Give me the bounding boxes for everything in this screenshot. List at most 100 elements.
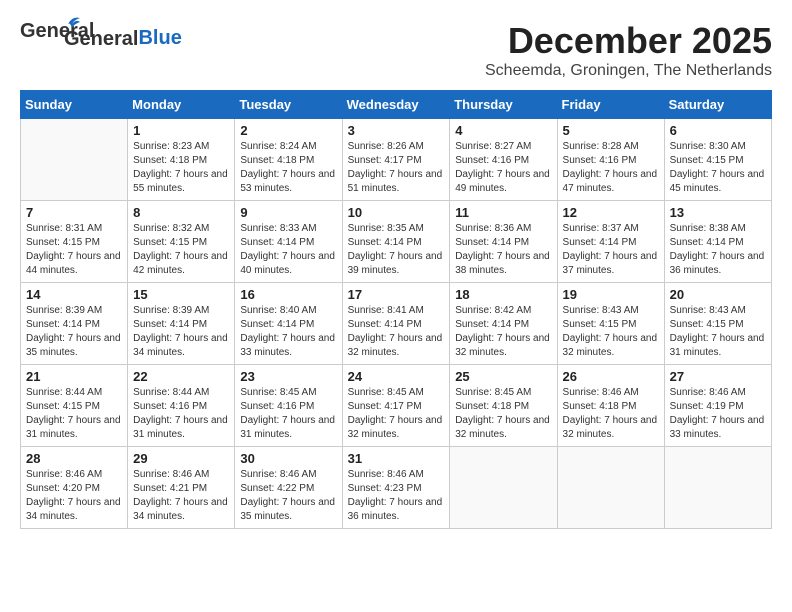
sunrise-text: Sunrise: 8:38 AM [670, 222, 766, 236]
day-info: Sunrise: 8:39 AMSunset: 4:14 PMDaylight:… [133, 304, 229, 360]
sunrise-text: Sunrise: 8:26 AM [348, 140, 445, 154]
sunrise-text: Sunrise: 8:40 AM [240, 304, 336, 318]
header-friday: Friday [557, 91, 664, 119]
day-info: Sunrise: 8:45 AMSunset: 4:18 PMDaylight:… [455, 386, 551, 442]
day-info: Sunrise: 8:30 AMSunset: 4:15 PMDaylight:… [670, 140, 766, 196]
day-info: Sunrise: 8:39 AMSunset: 4:14 PMDaylight:… [26, 304, 122, 360]
table-row: 1 Sunrise: 8:23 AMSunset: 4:18 PMDaylight… [128, 119, 235, 201]
sunset-text: Sunset: 4:14 PM [133, 318, 229, 332]
month-title: December 2025 [485, 20, 772, 62]
sunset-text: Sunset: 4:14 PM [455, 236, 551, 250]
day-info: Sunrise: 8:44 AMSunset: 4:16 PMDaylight:… [133, 386, 229, 442]
day-info: Sunrise: 8:46 AMSunset: 4:23 PMDaylight:… [348, 468, 445, 524]
day-info: Sunrise: 8:45 AMSunset: 4:16 PMDaylight:… [240, 386, 336, 442]
logo-bird-icon [54, 14, 82, 34]
table-row [450, 447, 557, 529]
day-number: 1 [133, 123, 229, 138]
table-row: 12Sunrise: 8:37 AMSunset: 4:14 PMDayligh… [557, 201, 664, 283]
day-info: Sunrise: 8:40 AMSunset: 4:14 PMDaylight:… [240, 304, 336, 360]
daylight-text: Daylight: 7 hours and 32 minutes. [563, 332, 659, 360]
table-row [664, 447, 771, 529]
day-number: 12 [563, 205, 659, 220]
day-number: 23 [240, 369, 336, 384]
daylight-text: Daylight: 7 hours and 32 minutes. [348, 414, 445, 442]
daylight-text: Daylight: 7 hours and 34 minutes. [26, 496, 122, 524]
sunrise-text: Sunrise: 8:46 AM [133, 468, 229, 482]
calendar-week-row: 28Sunrise: 8:46 AMSunset: 4:20 PMDayligh… [21, 447, 772, 529]
sunrise-text: Sunrise: 8:45 AM [455, 386, 551, 400]
day-info: Sunrise: 8:23 AMSunset: 4:18 PMDaylight:… [133, 140, 229, 196]
header-monday: Monday [128, 91, 235, 119]
calendar-header-row: Sunday Monday Tuesday Wednesday Thursday… [21, 91, 772, 119]
sunrise-text: Sunrise: 8:46 AM [240, 468, 336, 482]
sunrise-text: Sunrise: 8:45 AM [348, 386, 445, 400]
sunrise-text: Sunrise: 8:28 AM [563, 140, 659, 154]
day-number: 10 [348, 205, 445, 220]
day-number: 21 [26, 369, 122, 384]
table-row: 2Sunrise: 8:24 AMSunset: 4:18 PMDaylight… [235, 119, 342, 201]
daylight-text: Daylight: 7 hours and 49 minutes. [455, 168, 551, 196]
table-row: 13Sunrise: 8:38 AMSunset: 4:14 PMDayligh… [664, 201, 771, 283]
daylight-text: Daylight: 7 hours and 37 minutes. [563, 250, 659, 278]
daylight-text: Daylight: 7 hours and 45 minutes. [670, 168, 766, 196]
day-info: Sunrise: 8:38 AMSunset: 4:14 PMDaylight:… [670, 222, 766, 278]
sunset-text: Sunset: 4:14 PM [26, 318, 122, 332]
sunset-text: Sunset: 4:14 PM [348, 236, 445, 250]
day-info: Sunrise: 8:46 AMSunset: 4:21 PMDaylight:… [133, 468, 229, 524]
logo: General General Blue [20, 20, 182, 56]
table-row: 27Sunrise: 8:46 AMSunset: 4:19 PMDayligh… [664, 365, 771, 447]
sunset-text: Sunset: 4:15 PM [563, 318, 659, 332]
day-number: 17 [348, 287, 445, 302]
sunrise-text: Sunrise: 8:33 AM [240, 222, 336, 236]
table-row: 7Sunrise: 8:31 AMSunset: 4:15 PMDaylight… [21, 201, 128, 283]
daylight-text: Daylight: 7 hours and 47 minutes. [563, 168, 659, 196]
daylight-text: Daylight: 7 hours and 33 minutes. [240, 332, 336, 360]
day-info: Sunrise: 8:44 AMSunset: 4:15 PMDaylight:… [26, 386, 122, 442]
calendar-week-row: 1 Sunrise: 8:23 AMSunset: 4:18 PMDaylight… [21, 119, 772, 201]
table-row: 4Sunrise: 8:27 AMSunset: 4:16 PMDaylight… [450, 119, 557, 201]
header-saturday: Saturday [664, 91, 771, 119]
sunset-text: Sunset: 4:15 PM [670, 154, 766, 168]
sunset-text: Sunset: 4:17 PM [348, 400, 445, 414]
table-row [21, 119, 128, 201]
sunrise-text: Sunrise: 8:39 AM [26, 304, 122, 318]
day-number: 15 [133, 287, 229, 302]
sunrise-text: Sunrise: 8:43 AM [563, 304, 659, 318]
table-row: 18Sunrise: 8:42 AMSunset: 4:14 PMDayligh… [450, 283, 557, 365]
day-number: 31 [348, 451, 445, 466]
day-info: Sunrise: 8:33 AMSunset: 4:14 PMDaylight:… [240, 222, 336, 278]
daylight-text: Daylight: 7 hours and 36 minutes. [670, 250, 766, 278]
daylight-text: Daylight: 7 hours and 53 minutes. [240, 168, 336, 196]
sunrise-text: Sunrise: 8:31 AM [26, 222, 122, 236]
day-number: 14 [26, 287, 122, 302]
day-number: 3 [348, 123, 445, 138]
table-row: 29Sunrise: 8:46 AMSunset: 4:21 PMDayligh… [128, 447, 235, 529]
day-info: Sunrise: 8:45 AMSunset: 4:17 PMDaylight:… [348, 386, 445, 442]
table-row: 6Sunrise: 8:30 AMSunset: 4:15 PMDaylight… [664, 119, 771, 201]
header-thursday: Thursday [450, 91, 557, 119]
table-row: 5Sunrise: 8:28 AMSunset: 4:16 PMDaylight… [557, 119, 664, 201]
sunset-text: Sunset: 4:15 PM [26, 236, 122, 250]
day-number: 30 [240, 451, 336, 466]
table-row: 14 Sunrise: 8:39 AMSunset: 4:14 PMDayligh… [21, 283, 128, 365]
day-number: 8 [133, 205, 229, 220]
day-number: 7 [26, 205, 122, 220]
location-title: Scheemda, Groningen, The Netherlands [485, 62, 772, 80]
day-info: Sunrise: 8:43 AMSunset: 4:15 PMDaylight:… [563, 304, 659, 360]
sunset-text: Sunset: 4:16 PM [133, 400, 229, 414]
day-info: Sunrise: 8:42 AMSunset: 4:14 PMDaylight:… [455, 304, 551, 360]
table-row: 11Sunrise: 8:36 AMSunset: 4:14 PMDayligh… [450, 201, 557, 283]
sunset-text: Sunset: 4:15 PM [26, 400, 122, 414]
sunset-text: Sunset: 4:18 PM [133, 154, 229, 168]
header-sunday: Sunday [21, 91, 128, 119]
table-row: 21 Sunrise: 8:44 AMSunset: 4:15 PMDayligh… [21, 365, 128, 447]
table-row: 10Sunrise: 8:35 AMSunset: 4:14 PMDayligh… [342, 201, 450, 283]
daylight-text: Daylight: 7 hours and 33 minutes. [670, 414, 766, 442]
daylight-text: Daylight: 7 hours and 39 minutes. [348, 250, 445, 278]
table-row: 31 Sunrise: 8:46 AMSunset: 4:23 PMDayligh… [342, 447, 450, 529]
daylight-text: Daylight: 7 hours and 35 minutes. [240, 496, 336, 524]
header-tuesday: Tuesday [235, 91, 342, 119]
calendar-week-row: 21 Sunrise: 8:44 AMSunset: 4:15 PMDayligh… [21, 365, 772, 447]
day-number: 22 [133, 369, 229, 384]
sunset-text: Sunset: 4:14 PM [240, 236, 336, 250]
